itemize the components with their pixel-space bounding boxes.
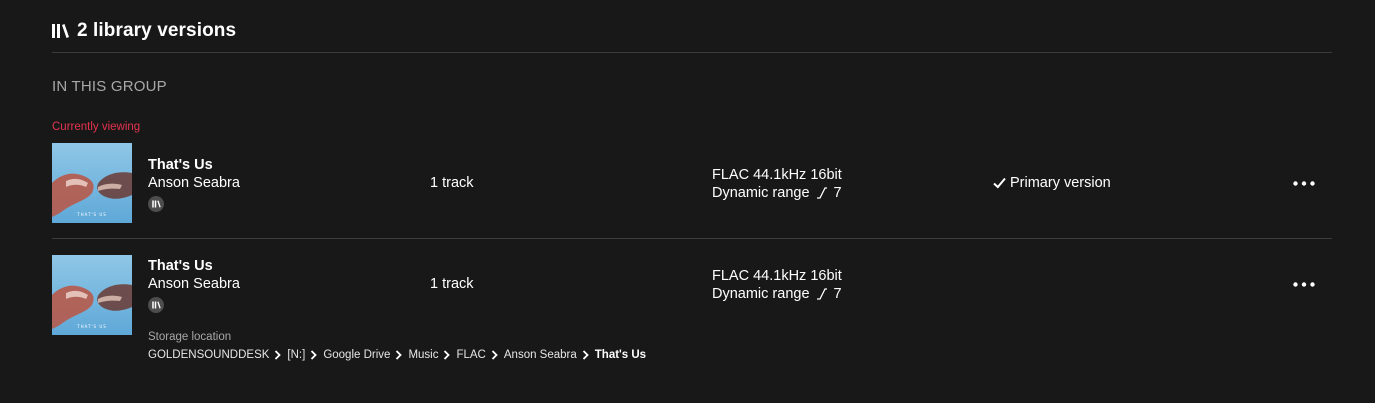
library-badge-icon	[148, 297, 164, 313]
chevron-right-icon	[274, 350, 282, 360]
more-options-icon[interactable]	[1292, 173, 1316, 193]
album-title[interactable]: That's Us	[148, 258, 240, 275]
storage-path-segment[interactable]: Music	[408, 348, 438, 362]
audio-quality: FLAC 44.1kHz 16bit Dynamic range 7	[712, 267, 842, 303]
chevron-right-icon	[582, 350, 589, 360]
dynamic-range-icon	[816, 288, 828, 300]
audio-quality: FLAC 44.1kHz 16bit Dynamic range 7	[712, 166, 842, 202]
format-info: FLAC 44.1kHz 16bit	[712, 268, 842, 284]
dynamic-range: Dynamic range 7	[712, 184, 842, 202]
chevron-right-icon	[443, 350, 451, 360]
artist-name[interactable]: Anson Seabra	[148, 174, 240, 193]
chevron-right-icon	[310, 350, 318, 360]
primary-version-indicator: Primary version	[993, 175, 1111, 191]
storage-location: Storage location GOLDENSOUNDDESK [N:] Goog…	[148, 330, 646, 362]
library-icon	[52, 23, 69, 39]
chevron-right-icon	[491, 350, 498, 360]
svg-text:THAT'S US: THAT'S US	[76, 212, 107, 217]
dynamic-range-value: 7	[833, 185, 842, 201]
track-count: 1 track	[430, 175, 474, 191]
version-row[interactable]: THAT'S US That's Us Anson Seabra 1 track…	[52, 143, 1332, 223]
library-badge-icon	[148, 196, 164, 212]
album-cover[interactable]: THAT'S US	[52, 255, 132, 335]
svg-text:THAT'S US: THAT'S US	[76, 324, 107, 329]
album-cover[interactable]: THAT'S US	[52, 143, 132, 223]
library-versions-panel: 2 library versions IN THIS GROUP Current…	[0, 0, 1375, 403]
album-title[interactable]: That's Us	[148, 157, 240, 174]
divider	[52, 238, 1332, 239]
storage-path-segment[interactable]: That's Us	[595, 348, 646, 362]
version-row[interactable]: THAT'S US That's Us Anson Seabra 1 track…	[52, 255, 1332, 365]
format-info: FLAC 44.1kHz 16bit	[712, 167, 842, 183]
storage-path-segment[interactable]: [N:]	[287, 348, 305, 362]
more-options-icon[interactable]	[1292, 274, 1316, 294]
dynamic-range-label: Dynamic range	[712, 185, 810, 201]
storage-path-segment[interactable]: FLAC	[456, 348, 485, 362]
section-title: 2 library versions	[77, 20, 237, 41]
storage-path-segment[interactable]: Google Drive	[323, 348, 390, 362]
album-info: That's Us Anson Seabra	[148, 258, 240, 313]
album-info: That's Us Anson Seabra	[148, 157, 240, 212]
dynamic-range-label: Dynamic range	[712, 286, 810, 302]
dynamic-range-icon	[816, 187, 828, 199]
primary-version-label: Primary version	[1010, 175, 1111, 191]
group-label: IN THIS GROUP	[52, 78, 167, 95]
check-icon	[993, 177, 1006, 189]
section-header: 2 library versions	[52, 18, 236, 44]
divider	[52, 52, 1332, 53]
storage-path-segment[interactable]: GOLDENSOUNDDESK	[148, 348, 269, 362]
dynamic-range-value: 7	[833, 286, 842, 302]
storage-location-label: Storage location	[148, 331, 232, 343]
artist-name[interactable]: Anson Seabra	[148, 275, 240, 294]
chevron-right-icon	[395, 350, 403, 360]
storage-path-breadcrumb: GOLDENSOUNDDESK [N:] Google Drive Music FLAC…	[148, 348, 646, 362]
storage-path-segment[interactable]: Anson Seabra	[504, 348, 577, 362]
track-count: 1 track	[430, 276, 474, 292]
currently-viewing-label: Currently viewing	[52, 121, 141, 133]
dynamic-range: Dynamic range 7	[712, 285, 842, 303]
